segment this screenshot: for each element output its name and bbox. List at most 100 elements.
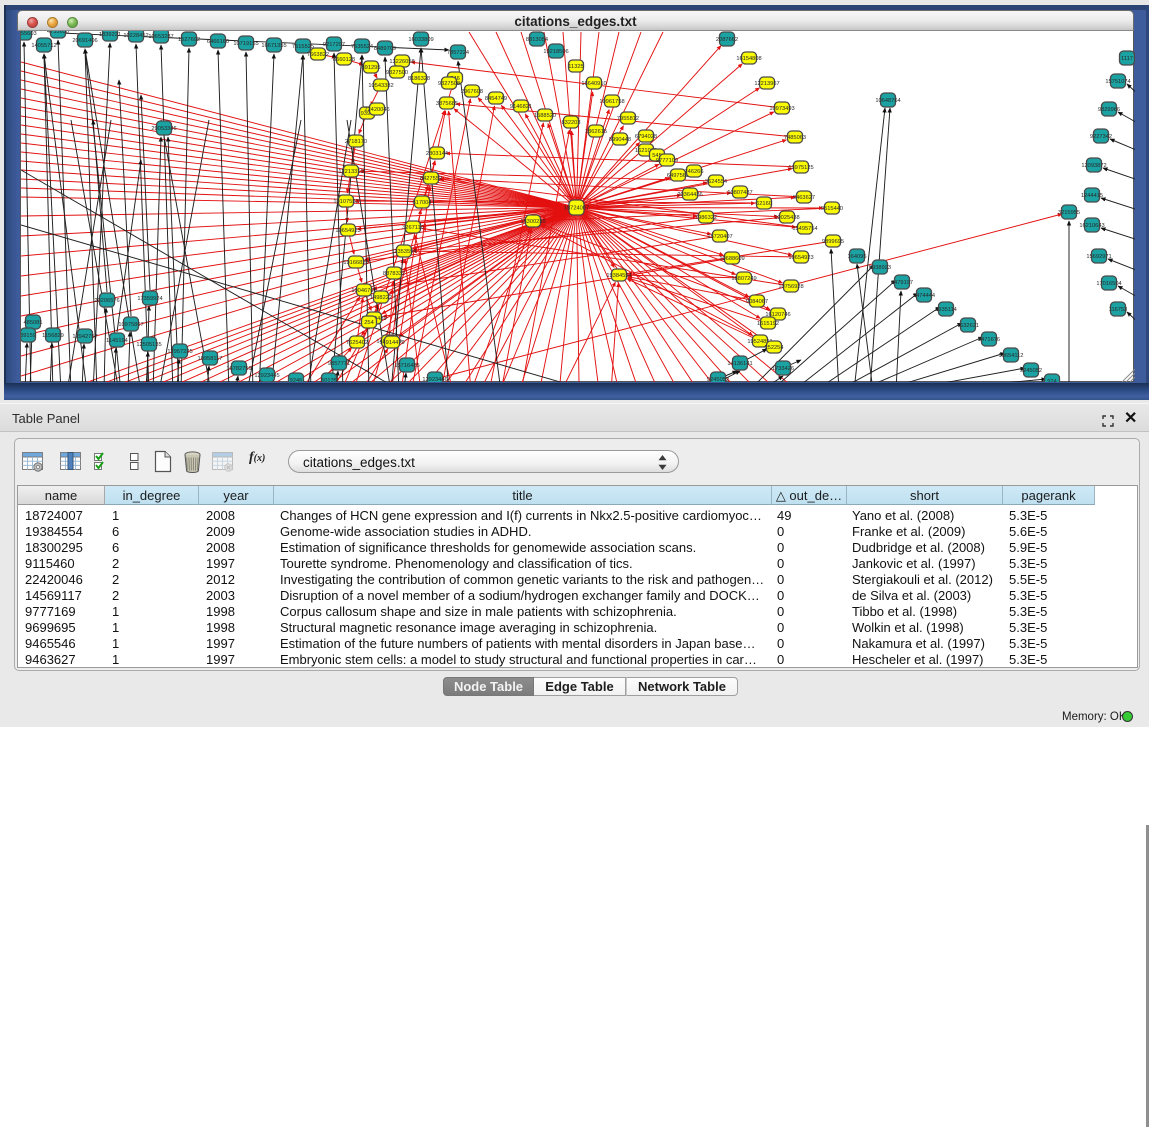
svg-text:7535524: 7535524: [351, 44, 373, 50]
svg-text:15716485: 15716485: [394, 363, 419, 369]
svg-text:10653287: 10653287: [148, 34, 173, 40]
svg-text:17957225: 17957225: [167, 349, 192, 355]
svg-text:12923445: 12923445: [254, 373, 279, 379]
svg-text:9515440: 9515440: [821, 206, 843, 212]
svg-text:1615192: 1615192: [757, 321, 779, 327]
svg-text:17016504: 17016504: [1096, 281, 1121, 287]
svg-text:7625402: 7625402: [346, 340, 368, 346]
svg-text:7663822: 7663822: [307, 52, 329, 58]
svg-text:3875685: 3875685: [436, 101, 458, 107]
svg-text:8471676: 8471676: [978, 337, 1000, 343]
svg-text:10046768: 10046768: [351, 288, 376, 294]
svg-text:10975867: 10975867: [118, 322, 143, 328]
svg-text:1733426: 1733426: [772, 366, 794, 372]
svg-text:10973493: 10973493: [769, 106, 794, 112]
svg-text:6466160: 6466160: [207, 39, 229, 45]
svg-text:9857771: 9857771: [328, 361, 350, 367]
svg-text:14914479: 14914479: [379, 340, 404, 346]
svg-text:20206576: 20206576: [94, 298, 119, 304]
svg-text:252254: 252254: [765, 345, 784, 351]
svg-text:22420046: 22420046: [364, 107, 389, 113]
svg-text:16154808: 16154808: [736, 56, 761, 62]
svg-text:9245052: 9245052: [1020, 368, 1042, 374]
svg-text:1244415: 1244415: [1081, 193, 1103, 199]
svg-text:8454749: 8454749: [485, 96, 507, 102]
svg-text:19218506: 19218506: [543, 49, 568, 55]
svg-text:8186328: 8186328: [408, 76, 430, 82]
svg-text:15720407: 15720407: [707, 234, 732, 240]
svg-text:10961758: 10961758: [599, 99, 624, 105]
svg-text:9777109: 9777109: [656, 158, 678, 164]
svg-text:8990448: 8990448: [609, 137, 631, 143]
svg-text:8878332: 8878332: [383, 271, 405, 277]
svg-text:16210643: 16210643: [1079, 223, 1104, 229]
svg-text:254: 254: [364, 320, 374, 326]
svg-text:14055712: 14055712: [31, 43, 56, 49]
svg-text:12923446: 12923446: [422, 377, 447, 382]
svg-text:746266: 746266: [685, 169, 704, 175]
svg-text:16640910: 16640910: [581, 81, 606, 87]
svg-text:9245052: 9245052: [707, 377, 729, 382]
svg-text:7857224: 7857224: [447, 50, 469, 56]
svg-text:6794028: 6794028: [635, 134, 657, 140]
svg-text:39159: 39159: [21, 333, 36, 339]
svg-text:19166829: 19166829: [343, 260, 368, 266]
svg-text:1117: 1117: [1121, 56, 1133, 62]
svg-text:11353594: 11353594: [392, 249, 417, 255]
svg-text:16782759: 16782759: [226, 366, 251, 372]
svg-text:1498222: 1498222: [370, 295, 392, 301]
svg-text:9329966: 9329966: [1098, 107, 1120, 113]
svg-text:3215955: 3215955: [1058, 210, 1080, 216]
svg-text:9474444: 9474444: [913, 293, 935, 299]
svg-text:8489709: 8489709: [374, 46, 396, 52]
svg-text:1839221: 1839221: [99, 32, 121, 38]
svg-text:3624554: 3624554: [705, 179, 727, 185]
svg-text:164095: 164095: [848, 254, 867, 260]
svg-text:8427552: 8427552: [420, 176, 442, 182]
svg-text:8938923: 8938923: [869, 265, 891, 271]
svg-text:15300235: 15300235: [520, 219, 545, 225]
svg-text:10807487: 10807487: [727, 190, 752, 196]
svg-text:832203: 832203: [562, 120, 581, 126]
svg-text:891295: 891295: [362, 65, 381, 71]
svg-text:19654923: 19654923: [335, 228, 360, 234]
svg-text:9899695: 9899695: [822, 239, 844, 245]
svg-text:9146821: 9146821: [510, 104, 532, 110]
svg-text:20691406: 20691406: [72, 38, 97, 44]
svg-text:18807249: 18807249: [731, 276, 756, 282]
svg-text:2087662: 2087662: [716, 37, 738, 43]
svg-text:7515525: 7515525: [292, 44, 314, 50]
svg-text:1145194: 1145194: [106, 338, 128, 344]
svg-text:8660128: 8660128: [333, 57, 355, 63]
svg-text:7632621: 7632621: [957, 323, 979, 329]
svg-text:924: 924: [1047, 379, 1057, 382]
svg-text:116753: 116753: [1109, 307, 1128, 313]
svg-text:10756928: 10756928: [778, 284, 803, 290]
svg-text:6479197: 6479197: [891, 280, 913, 286]
svg-text:22455603: 22455603: [21, 31, 37, 37]
svg-text:10228452: 10228452: [123, 33, 148, 39]
svg-text:7485063: 7485063: [784, 135, 806, 141]
svg-text:50135: 50135: [321, 378, 337, 382]
svg-text:1527602: 1527602: [178, 37, 200, 43]
svg-text:1156829: 1156829: [42, 333, 64, 339]
svg-text:1588520: 1588520: [534, 113, 556, 119]
svg-text:9327508: 9327508: [438, 81, 460, 87]
svg-text:7955812: 7955812: [617, 116, 639, 122]
svg-text:10688609: 10688609: [719, 256, 744, 262]
svg-text:4735650: 4735650: [47, 31, 69, 35]
svg-text:9463627: 9463627: [793, 195, 815, 201]
svg-text:29053346: 29053346: [151, 126, 176, 132]
svg-text:19654923: 19654923: [788, 255, 813, 261]
svg-text:2935114: 2935114: [935, 307, 957, 313]
svg-text:17359924: 17359924: [137, 296, 162, 302]
svg-text:2967608: 2967608: [461, 89, 483, 95]
svg-text:12093872: 12093872: [1081, 163, 1106, 169]
svg-text:16033809: 16033809: [408, 37, 433, 43]
svg-text:1362615: 1362615: [585, 129, 607, 135]
svg-text:9327500: 9327500: [386, 70, 408, 76]
svg-text:12942757: 12942757: [72, 334, 97, 340]
svg-text:12213967: 12213967: [754, 81, 779, 87]
svg-text:2803144: 2803144: [426, 151, 448, 157]
svg-text:62160: 62160: [756, 201, 772, 207]
